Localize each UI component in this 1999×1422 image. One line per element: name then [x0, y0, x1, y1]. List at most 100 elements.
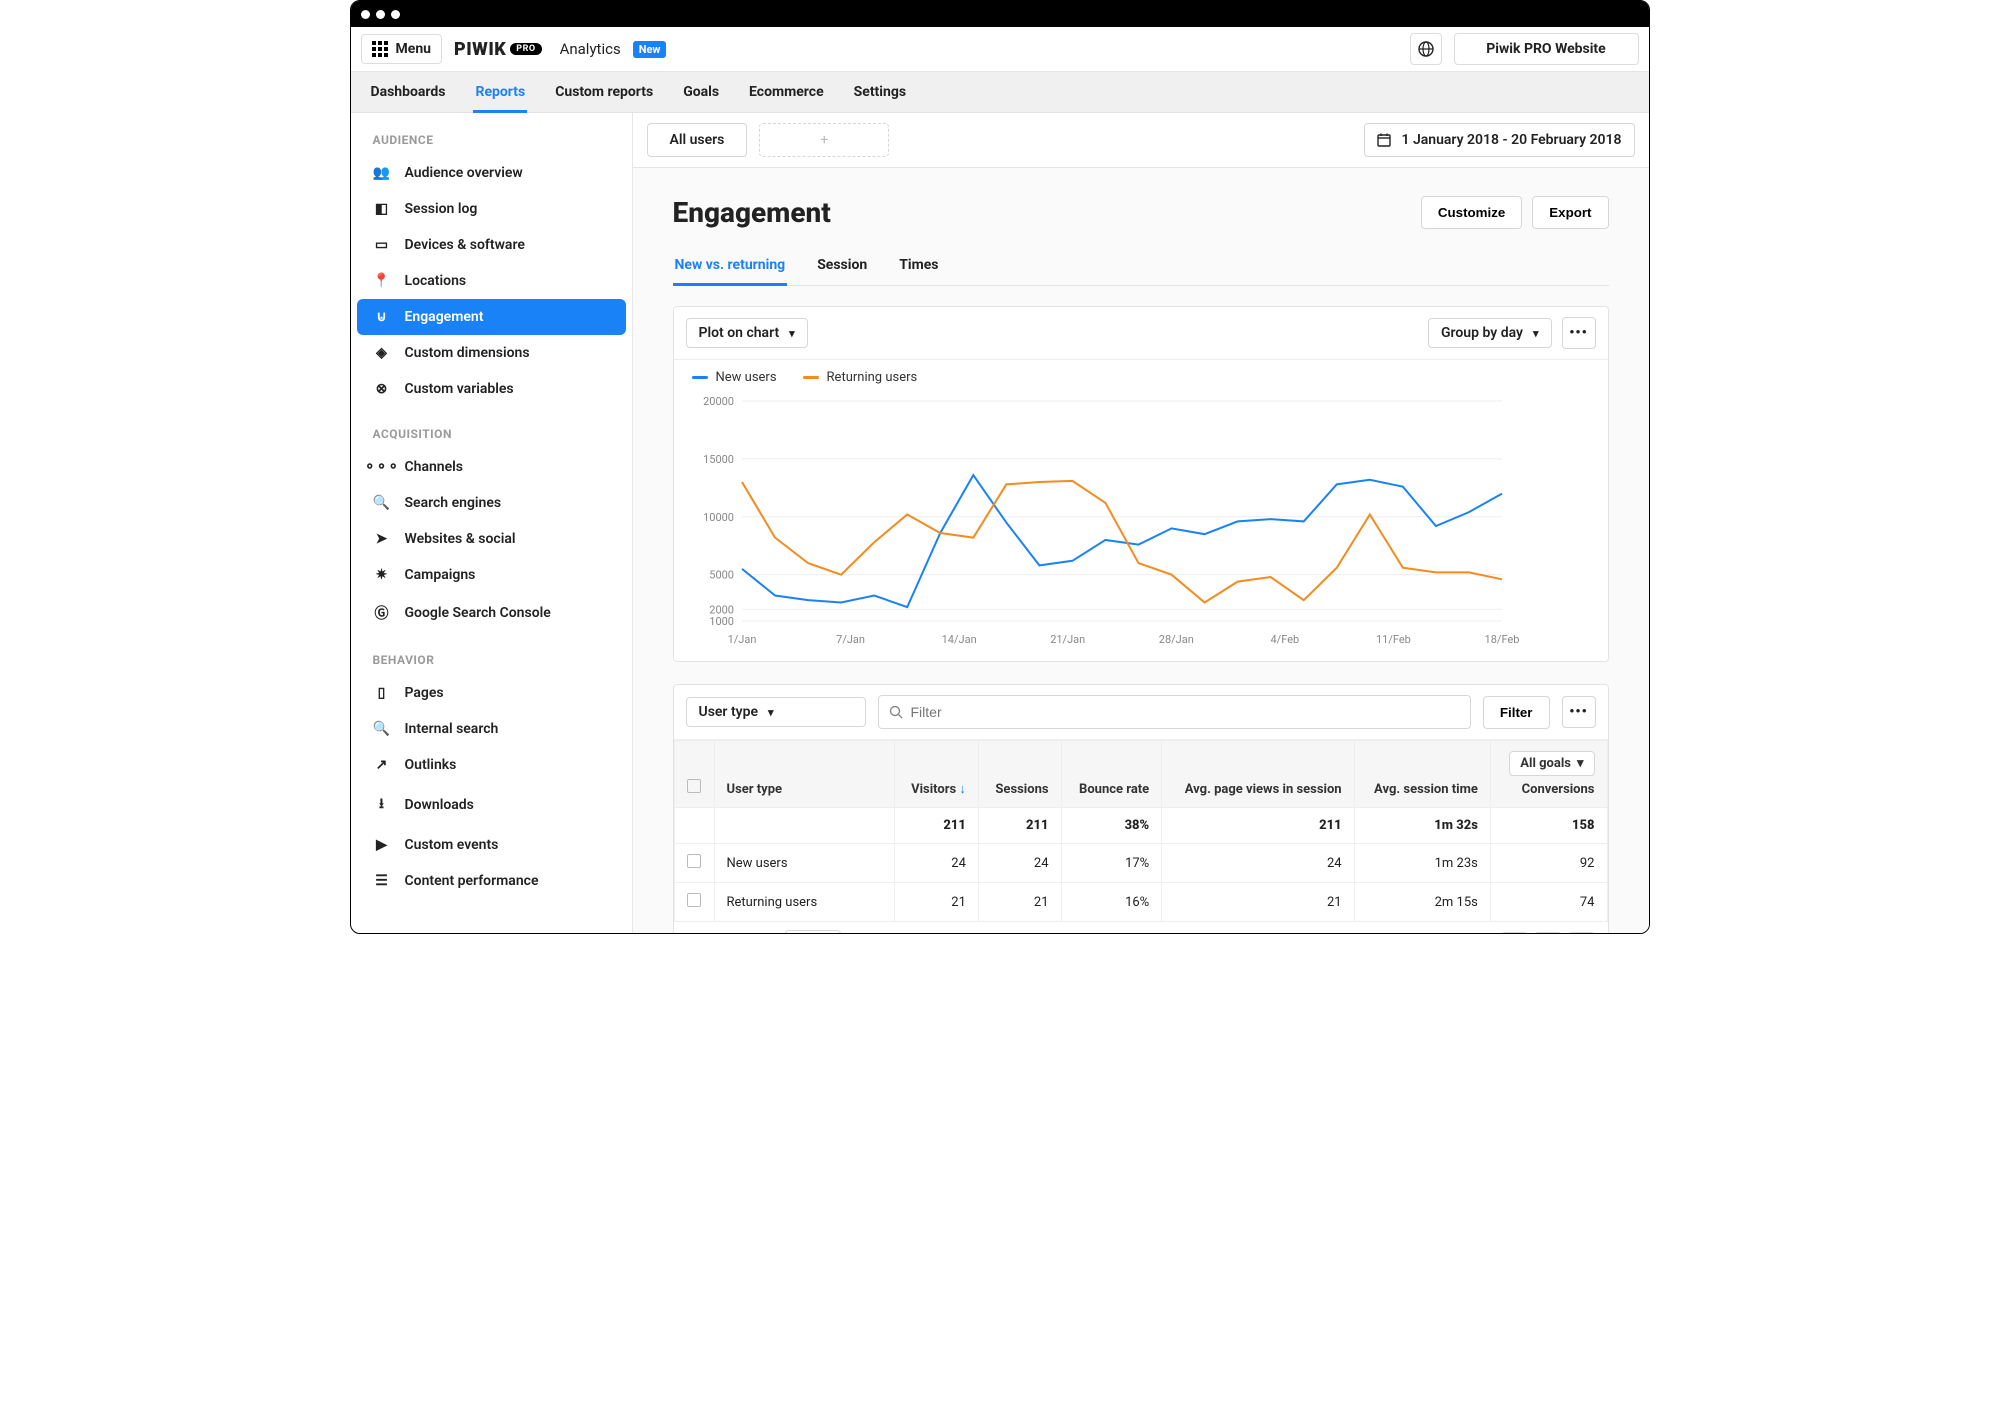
sidebar-item-search-engines[interactable]: 🔍Search engines: [351, 485, 632, 521]
items-per-page-select[interactable]: 10▾: [785, 930, 841, 933]
filter-bar: All users + 1 January 2018 - 20 February…: [633, 113, 1649, 168]
table-panel: User type▾ Filter ••• User type: [673, 684, 1609, 933]
next-page-button[interactable]: →: [1568, 932, 1596, 934]
cursor-icon: ➤: [373, 531, 391, 547]
window-dot[interactable]: [391, 10, 400, 19]
table-row[interactable]: Returning users 21 21 16% 21 2m 15s 74: [674, 883, 1607, 922]
all-goals-select[interactable]: All goals▾: [1509, 751, 1594, 776]
external-icon: ↗: [373, 757, 391, 773]
table-totals-row: 211 211 38% 211 1m 32s 158: [674, 808, 1607, 844]
download-icon: ⭳: [373, 793, 391, 817]
page-title: Engagement: [673, 196, 831, 229]
sidebar-item-outlinks[interactable]: ↗Outlinks: [351, 747, 632, 783]
device-icon: ▭: [373, 237, 391, 253]
chevron-down-icon: ▾: [789, 327, 795, 340]
customize-button[interactable]: Customize: [1421, 196, 1522, 229]
session-icon: ◧: [373, 201, 391, 217]
export-button[interactable]: Export: [1532, 196, 1608, 229]
col-avg-pv[interactable]: Avg. page views in session: [1162, 741, 1354, 808]
sidebar-item-pages[interactable]: ▯Pages: [351, 675, 632, 711]
subtab-session[interactable]: Session: [815, 247, 869, 285]
sort-desc-icon: ↓: [959, 782, 966, 797]
chevron-down-icon: ▾: [1533, 327, 1539, 340]
logo: PIWIK PRO: [454, 39, 542, 60]
col-user-type[interactable]: User type: [714, 741, 894, 808]
globe-icon: [1418, 41, 1434, 57]
sidebar-item-downloads[interactable]: ⭳Downloads: [351, 783, 632, 827]
row-checkbox[interactable]: [687, 893, 701, 907]
data-table: User type Visitors ↓ Sessions Bounce rat…: [674, 740, 1608, 922]
plot-select[interactable]: Plot on chart▾: [686, 318, 808, 348]
filter-text-input[interactable]: [911, 704, 1460, 720]
chart-legend: New users Returning users: [674, 360, 1608, 385]
svg-text:11/Feb: 11/Feb: [1375, 633, 1410, 646]
line-chart: 1000200050001000015000200001/Jan7/Jan14/…: [682, 391, 1522, 651]
sidebar-item-content-performance[interactable]: ☰Content performance: [351, 863, 632, 899]
svg-text:14/Jan: 14/Jan: [941, 633, 976, 646]
sidebar-item-custom-events[interactable]: ▶Custom events: [351, 827, 632, 863]
tab-settings[interactable]: Settings: [852, 72, 908, 112]
sidebar-item-websites-social[interactable]: ➤Websites & social: [351, 521, 632, 557]
chart-panel: Plot on chart▾ Group by day▾ ••• New use…: [673, 306, 1609, 662]
table-more-button[interactable]: •••: [1562, 696, 1596, 728]
sidebar-item-engagement[interactable]: ⊍Engagement: [357, 299, 626, 335]
svg-text:1000: 1000: [709, 615, 734, 628]
pin-icon: 📍: [373, 273, 391, 289]
dimension-select[interactable]: User type▾: [686, 697, 866, 727]
svg-text:4/Feb: 4/Feb: [1270, 633, 1299, 646]
date-range-picker[interactable]: 1 January 2018 - 20 February 2018: [1364, 123, 1634, 157]
share-icon: ⚬⚬⚬: [373, 459, 391, 475]
g-circle-icon: Ⓖ: [373, 603, 391, 623]
col-sessions[interactable]: Sessions: [978, 741, 1061, 808]
legend-swatch-returning: [803, 376, 819, 379]
tab-ecommerce[interactable]: Ecommerce: [747, 72, 826, 112]
svg-text:21/Jan: 21/Jan: [1050, 633, 1085, 646]
col-visitors[interactable]: Visitors ↓: [894, 741, 978, 808]
window-dot[interactable]: [376, 10, 385, 19]
table-row[interactable]: New users 24 24 17% 24 1m 23s 92: [674, 844, 1607, 883]
window-titlebar: [351, 1, 1649, 27]
subtab-new-returning[interactable]: New vs. returning: [673, 247, 788, 286]
prev-page-button[interactable]: ←: [1500, 932, 1528, 934]
select-all-checkbox[interactable]: [687, 779, 701, 793]
magnet-icon: ⊍: [373, 309, 391, 325]
group-by-select[interactable]: Group by day▾: [1428, 318, 1552, 348]
burst-icon: ✷: [373, 567, 391, 583]
chevron-down-icon: ▾: [768, 706, 774, 719]
col-all-goals[interactable]: All goals▾ Conversions: [1490, 741, 1607, 808]
sidebar-group-behavior: BEHAVIOR: [351, 633, 632, 675]
subtab-times[interactable]: Times: [897, 247, 940, 285]
subtabs: New vs. returning Session Times: [673, 247, 1609, 286]
filter-input[interactable]: [878, 695, 1471, 729]
sidebar-item-internal-search[interactable]: 🔍Internal search: [351, 711, 632, 747]
apply-filter-button[interactable]: Filter: [1483, 696, 1550, 729]
sidebar-item-custom-dimensions[interactable]: ◈Custom dimensions: [351, 335, 632, 371]
sidebar-item-custom-variables[interactable]: ⊗Custom variables: [351, 371, 632, 407]
sidebar-item-channels[interactable]: ⚬⚬⚬Channels: [351, 449, 632, 485]
sidebar-item-campaigns[interactable]: ✷Campaigns: [351, 557, 632, 593]
site-selector[interactable]: Piwik PRO Website: [1454, 33, 1639, 65]
sidebar-item-audience-overview[interactable]: 👥Audience overview: [351, 155, 632, 191]
sidebar-item-devices[interactable]: ▭Devices & software: [351, 227, 632, 263]
sidebar-group-acquisition: ACQUISITION: [351, 407, 632, 449]
tab-reports[interactable]: Reports: [473, 72, 527, 112]
menu-button[interactable]: Menu: [361, 34, 443, 64]
svg-text:28/Jan: 28/Jan: [1158, 633, 1193, 646]
tab-custom-reports[interactable]: Custom reports: [553, 72, 655, 112]
sidebar-item-locations[interactable]: 📍Locations: [351, 263, 632, 299]
sidebar-item-gsc[interactable]: ⒼGoogle Search Console: [351, 593, 632, 633]
col-avg-time[interactable]: Avg. session time: [1354, 741, 1490, 808]
add-segment-button[interactable]: +: [759, 123, 889, 157]
page-number[interactable]: 2: [1534, 932, 1562, 934]
tab-goals[interactable]: Goals: [681, 72, 721, 112]
row-checkbox[interactable]: [687, 854, 701, 868]
tab-dashboards[interactable]: Dashboards: [369, 72, 448, 112]
window-dot[interactable]: [361, 10, 370, 19]
chart-more-button[interactable]: •••: [1562, 317, 1596, 349]
search-icon: 🔍: [373, 495, 391, 511]
search-icon: 🔍: [373, 721, 391, 737]
globe-button[interactable]: [1410, 33, 1442, 65]
segment-pill[interactable]: All users: [647, 123, 748, 157]
col-bounce[interactable]: Bounce rate: [1061, 741, 1162, 808]
sidebar-item-session-log[interactable]: ◧Session log: [351, 191, 632, 227]
